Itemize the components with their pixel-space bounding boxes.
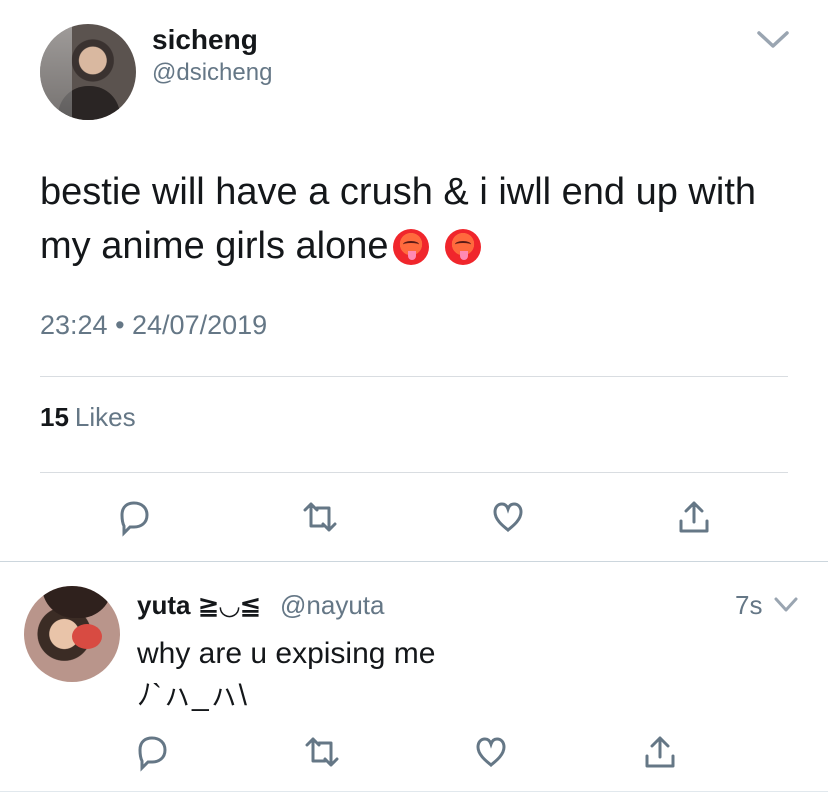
reply-kaomoji: ﾉ`ㇵ_ㇵ\ — [137, 679, 248, 712]
divider — [40, 472, 788, 473]
section-divider — [0, 561, 828, 562]
share-icon[interactable] — [640, 732, 680, 772]
like-count-value: 15 — [40, 402, 69, 432]
like-count-label: Likes — [74, 402, 136, 432]
retweet-icon[interactable] — [300, 497, 340, 537]
reply-text: why are u expising me — [137, 637, 436, 670]
reply-time: 7s — [735, 590, 763, 620]
tweet-timestamp[interactable]: 23:24 • 24/07/2019 — [40, 306, 267, 344]
like-count[interactable]: 15 Likes — [40, 399, 136, 435]
like-icon[interactable] — [488, 497, 528, 537]
like-icon[interactable] — [471, 732, 511, 772]
share-icon[interactable] — [674, 497, 714, 537]
reply-author-handle[interactable]: @nayuta — [280, 588, 384, 622]
hot-face-emoji — [393, 229, 430, 265]
reply-icon[interactable] — [114, 497, 154, 537]
hot-face-emoji — [445, 229, 482, 265]
chevron-down-icon[interactable] — [773, 595, 799, 615]
tweet-author-handle[interactable]: @dsicheng — [152, 56, 272, 90]
tweet-author-avatar[interactable] — [40, 24, 136, 120]
tweet-text: bestie will have a crush & i iwll end up… — [40, 165, 800, 273]
retweet-icon[interactable] — [302, 732, 342, 772]
reply-author-name[interactable]: yuta ≧◡≦ — [137, 588, 261, 622]
chevron-down-icon[interactable] — [756, 28, 790, 52]
reply-icon[interactable] — [132, 732, 172, 772]
reply-author-avatar[interactable] — [24, 586, 120, 682]
divider — [40, 376, 788, 377]
tweet-author-name[interactable]: sicheng — [152, 20, 258, 60]
